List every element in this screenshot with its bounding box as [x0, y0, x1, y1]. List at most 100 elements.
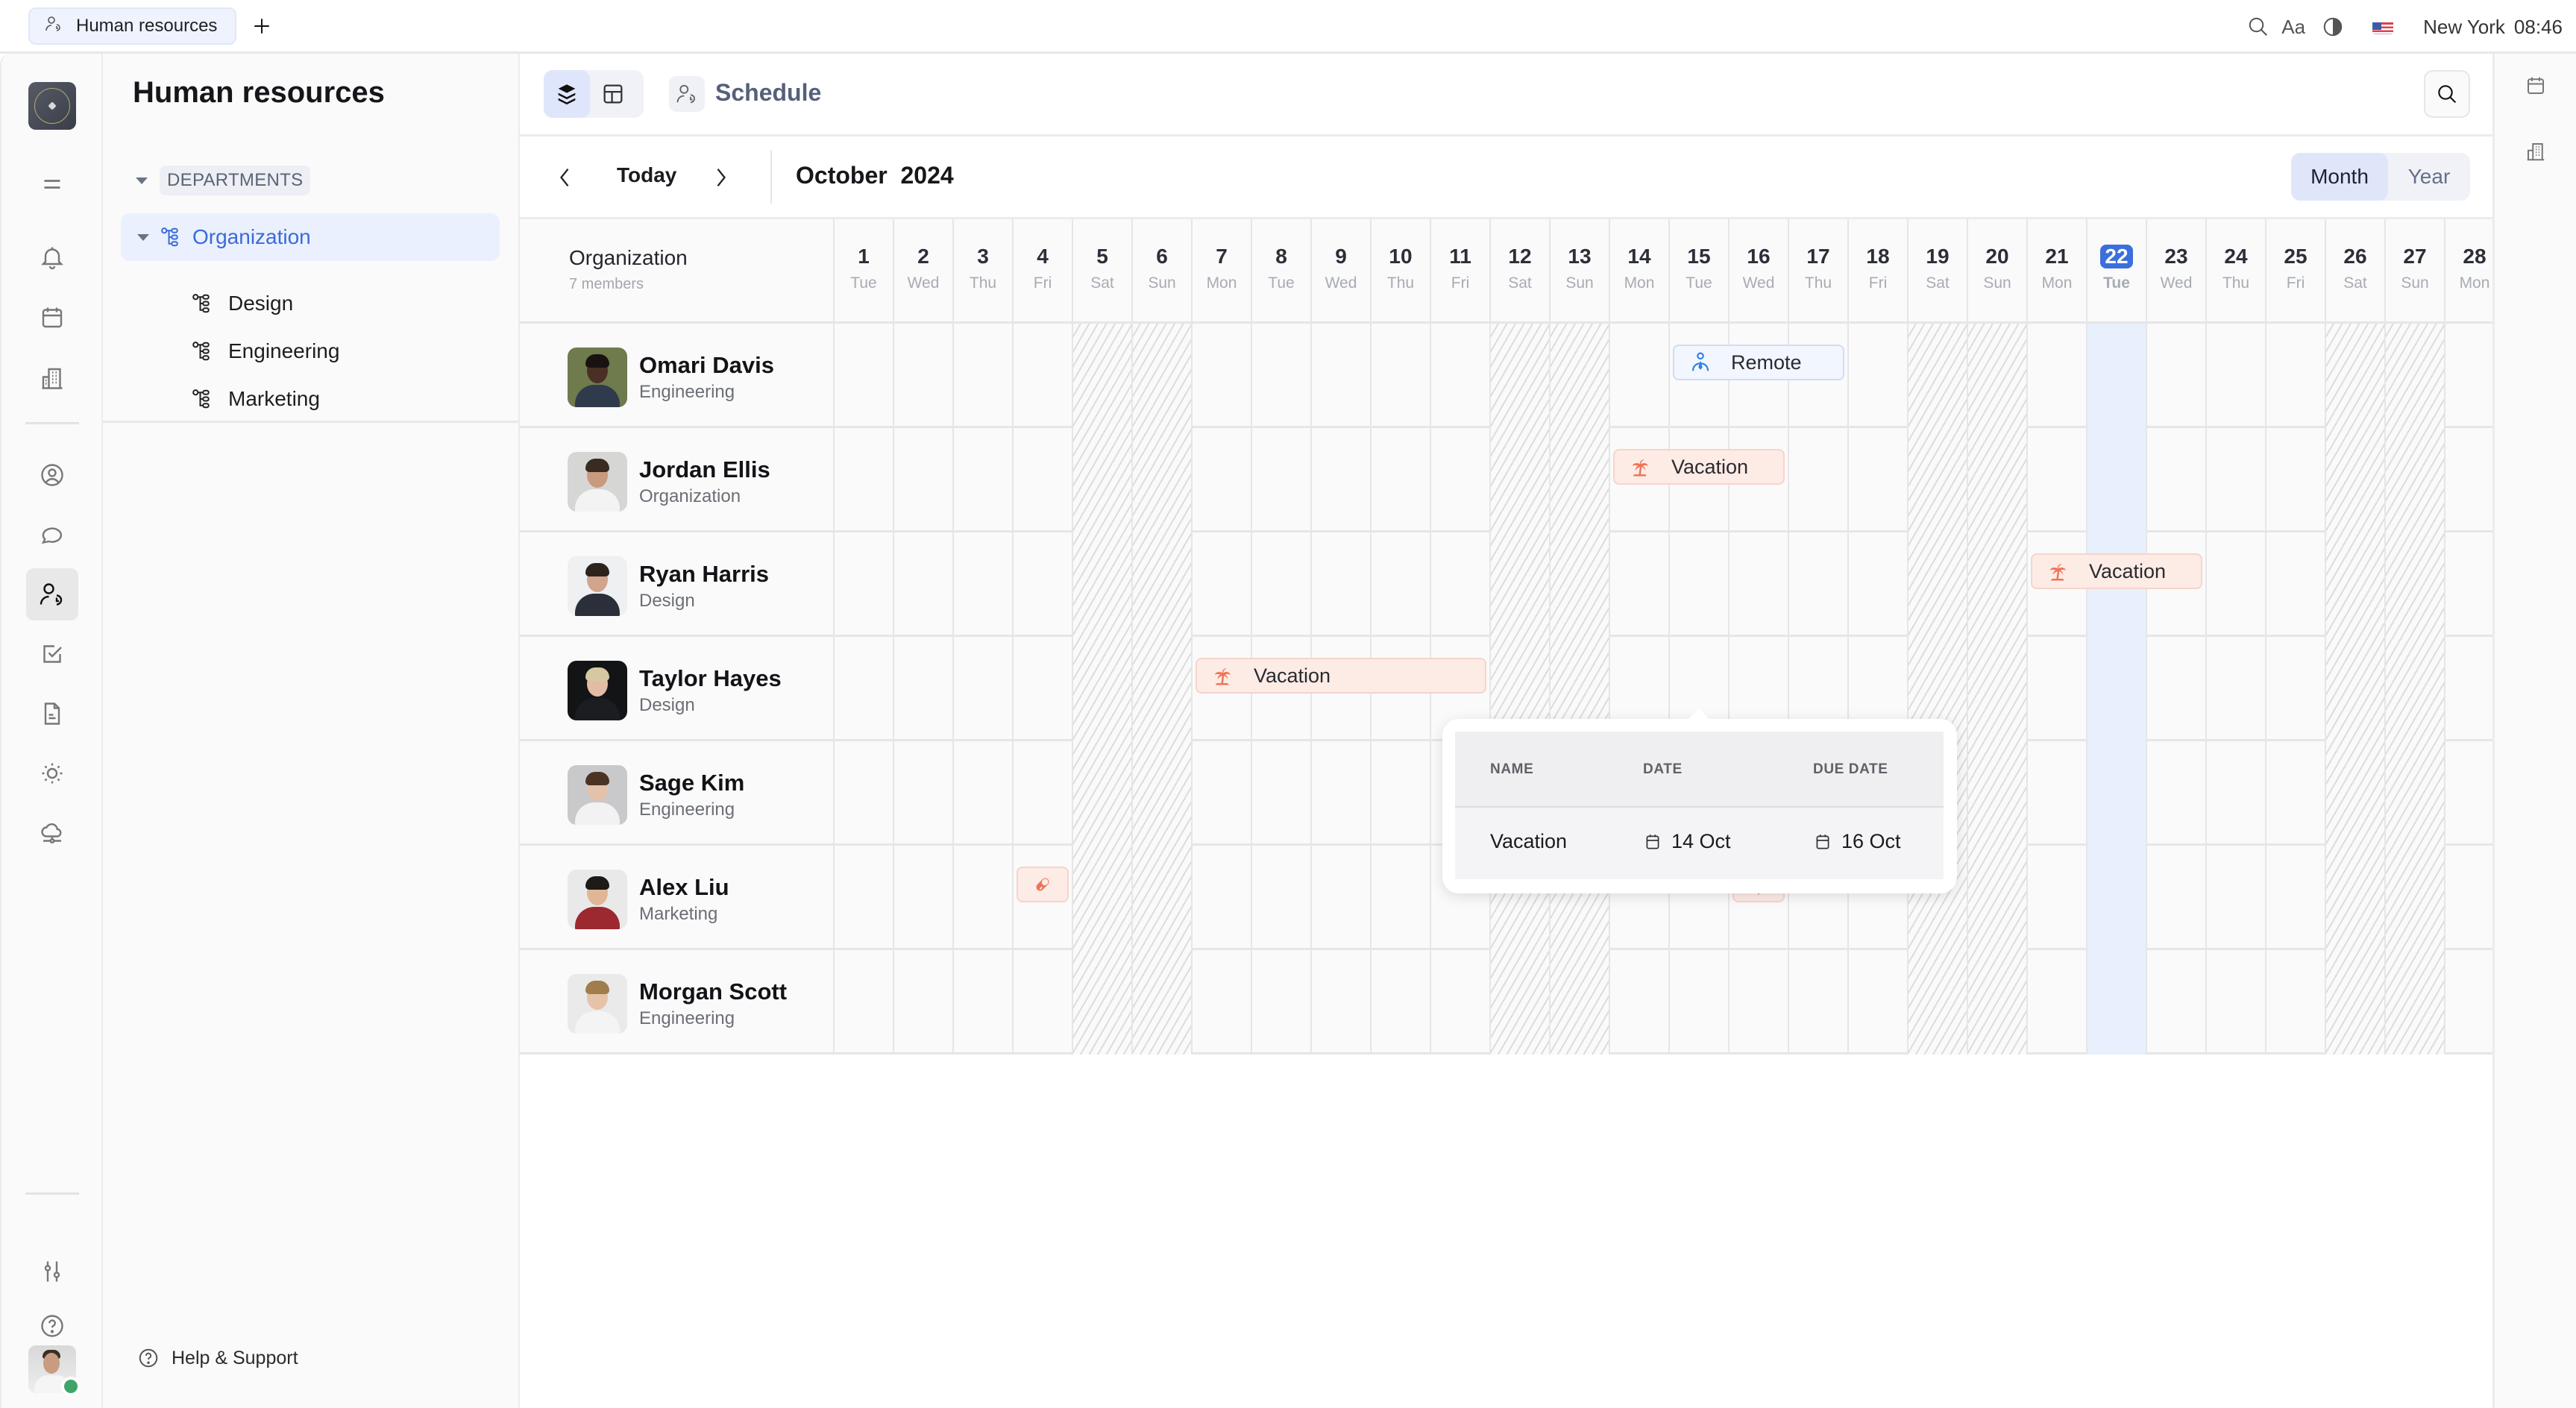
sidebar-item-engineering[interactable]: Engineering — [191, 333, 339, 370]
rail-help[interactable] — [26, 1300, 78, 1352]
us-flag-icon[interactable] — [2372, 19, 2394, 34]
day-cell[interactable] — [2086, 846, 2146, 950]
day-cell[interactable] — [1012, 950, 1072, 1055]
day-cell[interactable] — [833, 637, 893, 741]
tab-human-resources[interactable]: Human resources — [28, 7, 237, 45]
day-cell[interactable] — [2444, 532, 2492, 637]
departments-section-toggle[interactable]: DEPARTMENTS — [136, 166, 311, 195]
help-support-link[interactable]: Help & Support — [137, 1347, 298, 1369]
employee[interactable]: Jordan Ellis Organization — [568, 452, 770, 512]
day-cell[interactable] — [1131, 532, 1191, 637]
day-cell[interactable] — [2205, 637, 2265, 741]
employee[interactable]: Alex Liu Marketing — [568, 870, 729, 929]
day-cell[interactable] — [2325, 741, 2384, 846]
day-cell[interactable] — [1967, 950, 2026, 1055]
search-button[interactable] — [2424, 70, 2470, 118]
day-cell[interactable] — [2205, 428, 2265, 532]
day-cell[interactable] — [952, 637, 1012, 741]
day-cell[interactable] — [1967, 741, 2026, 846]
rail-schedule[interactable] — [26, 568, 78, 620]
day-cell[interactable] — [1012, 532, 1072, 637]
day-cell[interactable] — [1012, 428, 1072, 532]
day-cell[interactable] — [1131, 741, 1191, 846]
day-cell[interactable] — [2325, 637, 2384, 741]
day-cell[interactable] — [2384, 324, 2444, 428]
day-cell[interactable] — [1430, 324, 1489, 428]
day-cell[interactable] — [2146, 741, 2205, 846]
sidebar-item-marketing[interactable]: Marketing — [191, 380, 320, 418]
day-cell[interactable] — [1310, 950, 1370, 1055]
day-cell[interactable] — [1072, 846, 1131, 950]
day-cell[interactable] — [1072, 741, 1131, 846]
new-tab-button[interactable] — [249, 13, 274, 39]
day-cell[interactable] — [1370, 950, 1430, 1055]
day-cell[interactable] — [952, 846, 1012, 950]
day-cell[interactable] — [2265, 324, 2325, 428]
day-cell[interactable] — [1251, 741, 1310, 846]
day-cell[interactable] — [893, 846, 952, 950]
day-cell[interactable] — [1251, 428, 1310, 532]
employee[interactable]: Morgan Scott Engineering — [568, 974, 787, 1034]
day-cell[interactable] — [1728, 950, 1788, 1055]
day-cell[interactable] — [1370, 532, 1430, 637]
day-cell[interactable] — [2146, 950, 2205, 1055]
day-cell[interactable] — [1549, 950, 1609, 1055]
day-cell[interactable] — [1847, 428, 1907, 532]
leave-event-chip[interactable]: Vacation — [1196, 658, 1486, 694]
sidebar-item-organization[interactable]: Organization — [121, 213, 500, 261]
day-cell[interactable] — [1967, 428, 2026, 532]
day-cell[interactable] — [2086, 637, 2146, 741]
day-cell[interactable] — [1847, 532, 1907, 637]
day-cell[interactable] — [2205, 741, 2265, 846]
day-cell[interactable] — [2444, 846, 2492, 950]
day-cell[interactable] — [1549, 428, 1609, 532]
day-cell[interactable] — [1310, 428, 1370, 532]
day-cell[interactable] — [1370, 428, 1430, 532]
popover-table-row[interactable]: Vacation 14 Oct 16 Oct — [1455, 808, 1944, 879]
rail-appearance[interactable] — [26, 747, 78, 799]
rail-profile[interactable] — [26, 449, 78, 501]
day-cell[interactable] — [1191, 846, 1251, 950]
search-icon[interactable] — [2246, 14, 2271, 40]
day-cell[interactable] — [833, 532, 893, 637]
day-cell[interactable] — [1370, 324, 1430, 428]
day-cell[interactable] — [1370, 846, 1430, 950]
day-cell[interactable] — [1310, 532, 1370, 637]
day-cell[interactable] — [1310, 846, 1370, 950]
day-cell[interactable] — [1191, 532, 1251, 637]
day-cell[interactable] — [2325, 324, 2384, 428]
day-cell[interactable] — [1489, 950, 1549, 1055]
day-cell[interactable] — [1072, 324, 1131, 428]
day-cell[interactable] — [2444, 741, 2492, 846]
employee[interactable]: Omari Davis Engineering — [568, 348, 774, 407]
day-cell[interactable] — [1668, 532, 1728, 637]
day-cell[interactable] — [2146, 637, 2205, 741]
rail-company[interactable] — [26, 352, 78, 404]
day-cell[interactable] — [893, 637, 952, 741]
day-cell[interactable] — [2265, 741, 2325, 846]
day-cell[interactable] — [952, 532, 1012, 637]
day-cell[interactable] — [2146, 846, 2205, 950]
right-rail-building[interactable] — [2522, 137, 2550, 166]
day-cell[interactable] — [1728, 532, 1788, 637]
day-cell[interactable] — [2086, 324, 2146, 428]
day-cell[interactable] — [893, 950, 952, 1055]
employee[interactable]: Taylor Hayes Design — [568, 661, 782, 720]
day-cell[interactable] — [2325, 532, 2384, 637]
day-cell[interactable] — [1788, 428, 1847, 532]
day-cell[interactable] — [1012, 324, 1072, 428]
workspace-logo[interactable] — [28, 82, 76, 130]
day-cell[interactable] — [1847, 324, 1907, 428]
day-cell[interactable] — [2384, 637, 2444, 741]
layers-view-button[interactable] — [544, 70, 590, 118]
day-cell[interactable] — [1310, 741, 1370, 846]
day-cell[interactable] — [2026, 324, 2086, 428]
day-cell[interactable] — [1191, 950, 1251, 1055]
month-view-button[interactable]: Month — [2291, 153, 2388, 201]
day-cell[interactable] — [2444, 428, 2492, 532]
day-cell[interactable] — [952, 324, 1012, 428]
day-cell[interactable] — [1131, 637, 1191, 741]
day-cell[interactable] — [2026, 741, 2086, 846]
day-cell[interactable] — [2325, 950, 2384, 1055]
leave-event-chip[interactable]: Vacation — [1613, 449, 1785, 485]
